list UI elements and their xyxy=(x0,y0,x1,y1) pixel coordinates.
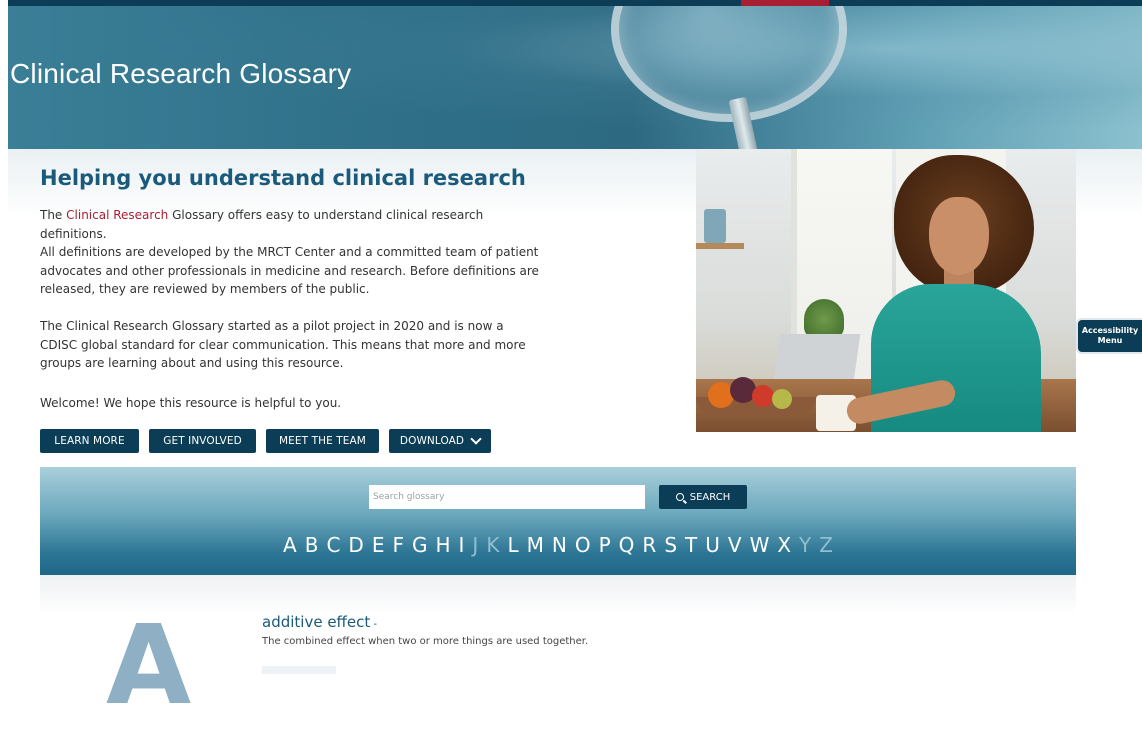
download-dropdown-button[interactable]: DOWNLOAD xyxy=(389,429,491,453)
hero-photo-woman-laptop xyxy=(696,149,1076,432)
alphabet-letter-g[interactable]: G xyxy=(412,533,428,557)
photo-fruit xyxy=(752,385,774,407)
chevron-down-icon xyxy=(470,433,482,445)
page-title: Clinical Research Glossary xyxy=(10,58,352,89)
get-involved-button[interactable]: GET INVOLVED xyxy=(149,429,256,453)
alphabet-letter-j: J xyxy=(472,533,479,557)
alphabet-letter-x[interactable]: X xyxy=(777,533,791,557)
term-suffix: - xyxy=(370,619,378,630)
alphabet-letter-c[interactable]: C xyxy=(326,533,340,557)
hero-banner: Clinical Research Glossary xyxy=(8,6,1142,149)
alphabet-letter-v[interactable]: V xyxy=(728,533,742,557)
intro-headline: Helping you understand clinical research xyxy=(40,166,526,190)
alphabet-letter-r[interactable]: R xyxy=(642,533,656,557)
entries-header-fade xyxy=(40,575,1076,615)
alphabet-letter-p[interactable]: P xyxy=(599,533,611,557)
search-icon xyxy=(675,493,684,501)
alphabet-letter-w[interactable]: W xyxy=(750,533,770,557)
alphabet-letter-i[interactable]: I xyxy=(459,533,465,557)
photo-jar xyxy=(704,209,726,243)
meet-the-team-button[interactable]: MEET THE TEAM xyxy=(266,429,379,453)
glossary-term: additive effect xyxy=(262,613,371,631)
photo-shelf xyxy=(696,243,744,249)
intro-paragraph-2: All definitions are developed by the MRC… xyxy=(40,245,539,296)
glossary-definition: The combined effect when two or more thi… xyxy=(262,636,589,647)
alphabet-letter-o[interactable]: O xyxy=(575,533,591,557)
section-letter: A xyxy=(106,601,192,729)
intro-paragraph-4: Welcome! We hope this resource is helpfu… xyxy=(40,396,342,410)
alphabet-letter-s[interactable]: S xyxy=(664,533,677,557)
alphabet-letter-f[interactable]: F xyxy=(392,533,404,557)
learn-more-label: LEARN MORE xyxy=(54,435,125,447)
get-involved-label: GET INVOLVED xyxy=(163,435,242,447)
alphabet-index: ABCDEFGHIJKLMNOPQRSTUVWXYZ xyxy=(40,533,1076,557)
alphabet-letter-b[interactable]: B xyxy=(305,533,319,557)
next-term-placeholder xyxy=(262,666,336,674)
alphabet-letter-m[interactable]: M xyxy=(527,533,544,557)
alphabet-letter-q[interactable]: Q xyxy=(619,533,635,557)
glossary-term-link[interactable]: additive effect - xyxy=(262,613,377,631)
search-button[interactable]: SEARCH xyxy=(659,485,747,509)
accessibility-label-line-1: Accessibility xyxy=(1081,326,1139,335)
intro-paragraph-1: The Clinical Research Glossary offers ea… xyxy=(40,206,540,243)
search-input[interactable] xyxy=(369,485,645,509)
alphabet-letter-u[interactable]: U xyxy=(705,533,720,557)
meet-the-team-label: MEET THE TEAM xyxy=(279,435,366,447)
intro-paragraph-3: The Clinical Research Glossary started a… xyxy=(40,319,526,370)
intro-p1-before: The xyxy=(40,208,67,222)
alphabet-letter-n[interactable]: N xyxy=(552,533,567,557)
alphabet-letter-t[interactable]: T xyxy=(685,533,697,557)
alphabet-letter-l[interactable]: L xyxy=(507,533,518,557)
alphabet-letter-k: K xyxy=(486,533,500,557)
photo-fruit xyxy=(772,389,792,409)
search-panel: SEARCH ABCDEFGHIJKLMNOPQRSTUVWXYZ xyxy=(40,467,1076,575)
search-button-label: SEARCH xyxy=(689,491,731,503)
download-label: DOWNLOAD xyxy=(399,435,465,447)
alphabet-letter-z: Z xyxy=(819,533,833,557)
learn-more-button[interactable]: LEARN MORE xyxy=(40,429,139,453)
clinical-research-link[interactable]: Clinical Research xyxy=(66,208,168,222)
alphabet-letter-y: Y xyxy=(799,533,812,557)
photo-face xyxy=(929,197,989,275)
alphabet-letter-h[interactable]: H xyxy=(435,533,450,557)
accessibility-menu-button[interactable]: Accessibility Menu xyxy=(1076,318,1142,354)
photo-plant xyxy=(804,299,844,339)
alphabet-letter-a[interactable]: A xyxy=(283,533,297,557)
alphabet-letter-d[interactable]: D xyxy=(348,533,363,557)
alphabet-letter-e[interactable]: E xyxy=(372,533,385,557)
accessibility-label-line-2: Menu xyxy=(1097,336,1123,345)
